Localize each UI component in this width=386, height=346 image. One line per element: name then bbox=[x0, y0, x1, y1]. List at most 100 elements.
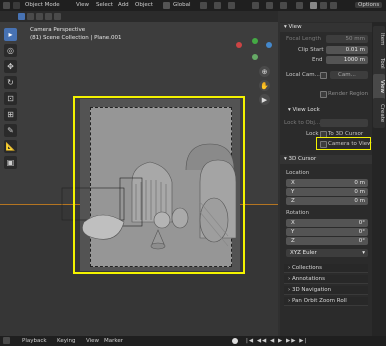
annotations-section[interactable]: › Annotations bbox=[284, 275, 368, 284]
clip-end-field[interactable]: 1000 m bbox=[326, 56, 368, 64]
location-z-label: Z bbox=[291, 198, 295, 204]
menu-view[interactable]: View bbox=[76, 2, 89, 8]
transform-orientation-dropdown[interactable]: Global bbox=[173, 2, 191, 8]
menu-add[interactable]: Add bbox=[118, 2, 129, 8]
location-label: Location bbox=[286, 170, 310, 176]
gizmo-toggle-icon[interactable] bbox=[266, 2, 273, 9]
top-header: Object Mode View Select Add Object Globa… bbox=[0, 0, 386, 11]
location-x-value: 0 m bbox=[354, 180, 365, 186]
tab-tool[interactable]: Tool bbox=[373, 50, 385, 76]
rotation-y-value: 0° bbox=[358, 229, 365, 235]
shading-rendered-icon[interactable] bbox=[330, 2, 337, 9]
collections-label: Collections bbox=[291, 265, 323, 271]
rotation-label: Rotation bbox=[286, 210, 310, 216]
pan-orbit-label: Pan Orbit Zoom Roll bbox=[291, 298, 347, 304]
render-region-checkbox[interactable] bbox=[320, 91, 327, 98]
collections-section[interactable]: › Collections bbox=[284, 264, 368, 273]
tool-settings-bar bbox=[0, 11, 278, 22]
rotation-x-value: 0° bbox=[358, 220, 365, 226]
gizmo-y-axis[interactable] bbox=[266, 42, 272, 48]
record-icon[interactable] bbox=[232, 338, 238, 344]
lock-to-object-field[interactable] bbox=[320, 119, 368, 127]
3d-viewport[interactable]: Camera Perspective (81) Scene Collection… bbox=[0, 22, 278, 336]
xray-icon[interactable] bbox=[296, 2, 303, 9]
rotation-y-field[interactable]: Y 0° bbox=[286, 228, 368, 236]
annotations-label: Annotations bbox=[291, 276, 325, 282]
local-camera-label: Local Cam... bbox=[286, 72, 320, 78]
shading-material-icon[interactable] bbox=[320, 2, 327, 9]
highlight-camera-frame bbox=[73, 96, 245, 274]
keying-menu[interactable]: Keying bbox=[57, 338, 75, 344]
sidebar-tabs: Item Tool View Create bbox=[372, 22, 386, 336]
tab-item[interactable]: Item bbox=[373, 26, 385, 52]
pan-orbit-section[interactable]: › Pan Orbit Zoom Roll bbox=[284, 297, 368, 306]
tab-create[interactable]: Create bbox=[373, 98, 385, 128]
select-mode-icon[interactable] bbox=[18, 13, 25, 20]
3d-navigation-label: 3D Navigation bbox=[291, 287, 332, 293]
visibility-icon[interactable] bbox=[252, 2, 259, 9]
zoom-icon[interactable]: ⊕ bbox=[259, 66, 270, 77]
rotation-x-label: X bbox=[291, 220, 295, 226]
overlay-toggle-icon[interactable] bbox=[280, 2, 287, 9]
location-x-field[interactable]: X 0 m bbox=[286, 179, 368, 187]
gizmo-neg-z-axis[interactable] bbox=[252, 54, 258, 60]
lock-to-object-label: Lock to Obj... bbox=[284, 120, 321, 126]
mode-dropdown[interactable]: Object Mode bbox=[25, 2, 60, 8]
clip-start-label: Clip Start bbox=[298, 47, 324, 53]
render-region-label: Render Region bbox=[328, 91, 369, 97]
location-y-field[interactable]: Y 0 m bbox=[286, 188, 368, 196]
location-x-label: X bbox=[291, 180, 295, 186]
rotation-mode-dropdown[interactable]: XYZ Euler ▾ bbox=[286, 249, 368, 257]
view-section-label: View bbox=[288, 24, 302, 30]
pivot-icon[interactable] bbox=[200, 2, 207, 9]
clip-end-label: End bbox=[312, 57, 323, 63]
proportional-edit-icon[interactable] bbox=[228, 2, 235, 9]
timeline-header: Playback Keying View Marker |◀ ◀◀ ◀ ▶ ▶▶… bbox=[0, 336, 386, 346]
menu-select[interactable]: Select bbox=[96, 2, 113, 8]
timeline-editor-icon[interactable] bbox=[3, 337, 10, 344]
view-lock-header[interactable]: ▾ View Lock bbox=[288, 107, 320, 113]
marker-menu[interactable]: Marker bbox=[104, 338, 123, 344]
snap-icon[interactable] bbox=[214, 2, 221, 9]
editor-type-icon[interactable] bbox=[3, 2, 10, 9]
focal-length-label: Focal Length bbox=[286, 36, 321, 42]
location-z-field[interactable]: Z 0 m bbox=[286, 197, 368, 205]
menu-object[interactable]: Object bbox=[135, 2, 153, 8]
pan-hand-icon[interactable]: ✋ bbox=[259, 80, 270, 91]
shading-solid-icon[interactable] bbox=[310, 2, 317, 9]
transform-orientation-icon bbox=[163, 2, 170, 9]
playback-menu[interactable]: Playback bbox=[22, 338, 47, 344]
select-extend-icon[interactable] bbox=[27, 13, 34, 20]
rotation-z-value: 0° bbox=[358, 238, 365, 244]
tab-view[interactable]: View bbox=[373, 74, 385, 100]
local-camera-checkbox[interactable] bbox=[320, 72, 327, 79]
sidebar-panel: ▾ View Focal Length 50 mm Clip Start 0.0… bbox=[280, 22, 372, 336]
clip-start-field[interactable]: 0.01 m bbox=[326, 46, 368, 54]
local-camera-field[interactable]: Cam... bbox=[330, 71, 368, 79]
view-section-header[interactable]: ▾ View bbox=[280, 23, 372, 32]
gizmo-x-axis[interactable] bbox=[236, 42, 242, 48]
select-box-icon[interactable] bbox=[13, 2, 20, 9]
location-y-value: 0 m bbox=[354, 189, 365, 195]
camera-view-icon[interactable]: ▶ bbox=[259, 94, 270, 105]
rotation-z-field[interactable]: Z 0° bbox=[286, 237, 368, 245]
3d-cursor-section-header[interactable]: ▾ 3D Cursor bbox=[280, 155, 372, 164]
rotation-y-label: Y bbox=[291, 229, 295, 235]
select-invert-icon[interactable] bbox=[45, 13, 52, 20]
options-dropdown[interactable]: Options bbox=[355, 2, 383, 8]
chevron-down-icon: ▾ bbox=[362, 250, 365, 256]
3d-navigation-section[interactable]: › 3D Navigation bbox=[284, 286, 368, 295]
highlight-camera-to-view bbox=[316, 137, 371, 150]
rotation-z-label: Z bbox=[291, 238, 295, 244]
rotation-x-field[interactable]: X 0° bbox=[286, 219, 368, 227]
playback-controls-icon[interactable]: |◀ ◀◀ ◀ ▶ ▶▶ ▶| bbox=[246, 338, 307, 344]
3d-cursor-label: 3D Cursor bbox=[288, 156, 317, 162]
focal-length-field[interactable]: 50 mm bbox=[326, 35, 368, 43]
select-intersect-icon[interactable] bbox=[54, 13, 61, 20]
timeline-view-menu[interactable]: View bbox=[86, 338, 99, 344]
select-subtract-icon[interactable] bbox=[36, 13, 43, 20]
view-lock-label: View Lock bbox=[292, 107, 320, 113]
location-z-value: 0 m bbox=[354, 198, 365, 204]
location-y-label: Y bbox=[291, 189, 295, 195]
gizmo-z-axis[interactable] bbox=[252, 38, 258, 44]
